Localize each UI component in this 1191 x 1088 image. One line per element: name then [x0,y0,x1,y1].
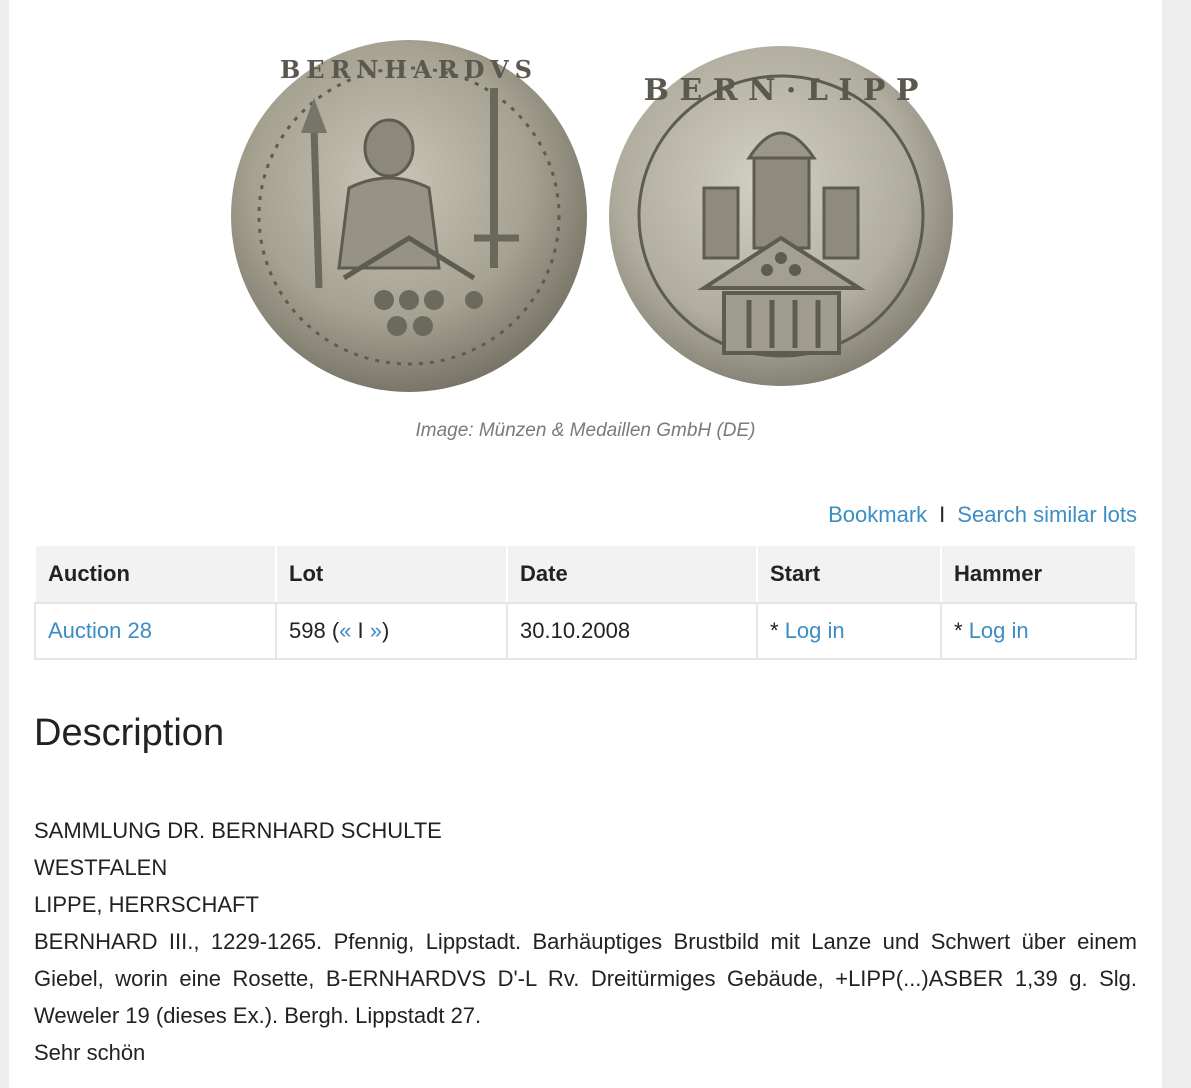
cell-start: * Log in [756,602,942,660]
coin-obverse: BERNHARDVS [231,40,587,392]
next-lot-link[interactable]: » [370,618,382,643]
description-line: Sehr schön [34,1040,146,1065]
hammer-login-link[interactable]: Log in [969,618,1029,643]
start-login-link[interactable]: Log in [785,618,845,643]
reverse-legend: B E R N · L I P P [644,73,919,108]
search-similar-lots-link[interactable]: Search similar lots [957,502,1137,527]
header-lot: Lot [275,544,508,604]
actions-separator: I [939,502,946,527]
previous-lot-link[interactable]: « [339,618,351,643]
lot-table: Auction Lot Date Start Hammer Auction 28… [34,544,1137,660]
table-header-row: Auction Lot Date Start Hammer [34,544,1137,604]
lot-actions: Bookmark I Search similar lots [828,502,1137,528]
auction-link[interactable]: Auction 28 [48,618,152,643]
lot-page: BERNHARDVS B E R N · L I P P Image: Münz… [9,0,1162,1088]
obverse-legend: BERNHARDVS [280,55,538,84]
coin-image[interactable]: BERNHARDVS B E R N · L I P P [219,38,964,398]
description-title: Description [34,712,225,754]
cell-lot: 598 (« I ») [275,602,508,660]
lot-close-paren: ) [382,618,390,643]
coin-reverse: B E R N · L I P P [609,46,953,386]
header-date: Date [506,544,758,604]
header-start: Start [756,544,942,604]
description-line: WESTFALEN [34,855,168,880]
description-line: SAMMLUNG DR. BERNHARD SCHULTE [34,818,442,843]
cell-auction: Auction 28 [34,602,277,660]
description-line: BERNHARD III., 1229-1265. Pfennig, Lipps… [34,929,1137,1028]
header-hammer: Hammer [940,544,1137,604]
bookmark-link[interactable]: Bookmark [828,502,927,527]
cell-hammer: * Log in [940,602,1137,660]
lot-number: 598 ( [289,618,340,643]
header-auction: Auction [34,544,277,604]
description-text: SAMMLUNG DR. BERNHARD SCHULTE WESTFALEN … [34,812,1137,1071]
image-caption: Image: Münzen & Medaillen GmbH (DE) [415,420,756,441]
hammer-prefix: * [954,618,969,643]
description-line: LIPPE, HERRSCHAFT [34,892,259,917]
table-row: Auction 28 598 (« I ») 30.10.2008 * Log … [34,602,1137,660]
cell-date: 30.10.2008 [506,602,758,660]
start-prefix: * [770,618,785,643]
lot-nav-divider: I [351,618,370,643]
